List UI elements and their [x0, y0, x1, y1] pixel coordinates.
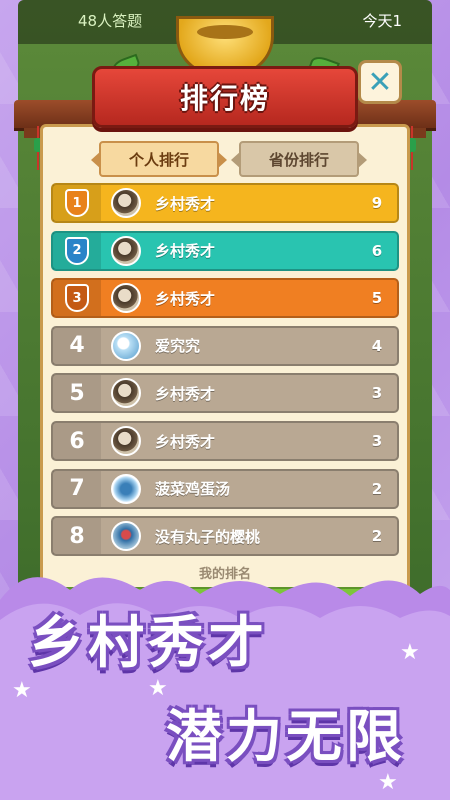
rank-row[interactable]: 4 爱究究 4: [51, 325, 399, 366]
player-name: 乡村秀才: [155, 384, 216, 403]
player-score: 5: [371, 289, 383, 308]
promo-line-1: 乡村秀才: [28, 611, 268, 676]
player-name: 没有丸子的樱桃: [155, 527, 261, 546]
answer-count: 48人答题: [78, 12, 143, 30]
star-icon: ★: [12, 678, 32, 703]
player-name: 乡村秀才: [155, 242, 216, 261]
rank-row[interactable]: 6 乡村秀才 3: [51, 421, 399, 461]
rank-tabs: 个人排行 省份排行: [43, 141, 407, 181]
player-name: 乡村秀才: [155, 194, 216, 213]
player-name: 乡村秀才: [155, 432, 216, 451]
player-score: 3: [371, 432, 383, 450]
avatar: [111, 235, 141, 266]
tab-province-rank[interactable]: 省份排行: [231, 141, 367, 177]
player-score: 6: [371, 241, 383, 260]
rank-row[interactable]: 5 乡村秀才 3: [51, 373, 399, 414]
rank-cell: 6: [53, 423, 101, 459]
player-name: 乡村秀才: [155, 289, 216, 308]
player-score: 3: [371, 384, 383, 403]
star-icon: ★: [148, 676, 168, 701]
rank-cell: 7: [53, 470, 101, 507]
rank-row[interactable]: 7 菠菜鸡蛋汤 2: [51, 468, 399, 509]
player-score: 2: [371, 479, 383, 498]
tab-personal-rank[interactable]: 个人排行: [91, 141, 227, 177]
rank-number: 6: [69, 428, 85, 454]
rank-number: 1: [65, 189, 89, 217]
rank-number: 5: [69, 380, 85, 406]
title-banner: 排行榜: [92, 66, 358, 128]
close-icon: ✕: [367, 64, 393, 100]
rank-cell: 5: [53, 375, 101, 412]
avatar: [111, 426, 141, 456]
today-label: 今天1: [362, 12, 402, 30]
rank-cell: 3: [53, 280, 101, 317]
rank-cell: 4: [53, 327, 101, 364]
rank-cell: 8: [53, 518, 101, 555]
star-icon: ★: [400, 640, 420, 665]
close-button[interactable]: ✕: [358, 60, 402, 104]
rank-row[interactable]: 1 乡村秀才 9: [51, 183, 399, 223]
rank-number: 3: [65, 284, 89, 313]
player-score: 9: [371, 194, 383, 212]
rank-number: 8: [69, 523, 85, 549]
page-title: 排行榜: [179, 82, 270, 115]
rank-cell: 2: [53, 232, 101, 269]
avatar: [111, 283, 141, 314]
rank-number: 2: [65, 236, 89, 265]
rank-row[interactable]: 2 乡村秀才 6: [51, 230, 399, 271]
player-score: 2: [371, 527, 383, 546]
avatar: [111, 521, 141, 552]
star-icon: ★: [378, 770, 398, 795]
player-name: 爱究究: [155, 337, 201, 356]
avatar: [111, 473, 141, 504]
avatar: [111, 378, 141, 409]
rank-number: 7: [69, 476, 85, 502]
rank-row[interactable]: 3 乡村秀才 5: [51, 278, 399, 319]
promo-line-2: 潜力无限: [166, 705, 406, 770]
rank-number: 4: [69, 333, 85, 359]
avatar: [111, 188, 141, 218]
player-name: 菠菜鸡蛋汤: [155, 480, 231, 499]
rank-row[interactable]: 8 没有丸子的樱桃 2: [51, 516, 399, 557]
player-score: 4: [371, 336, 383, 355]
avatar: [111, 330, 141, 361]
rank-cell: 1: [53, 185, 101, 221]
